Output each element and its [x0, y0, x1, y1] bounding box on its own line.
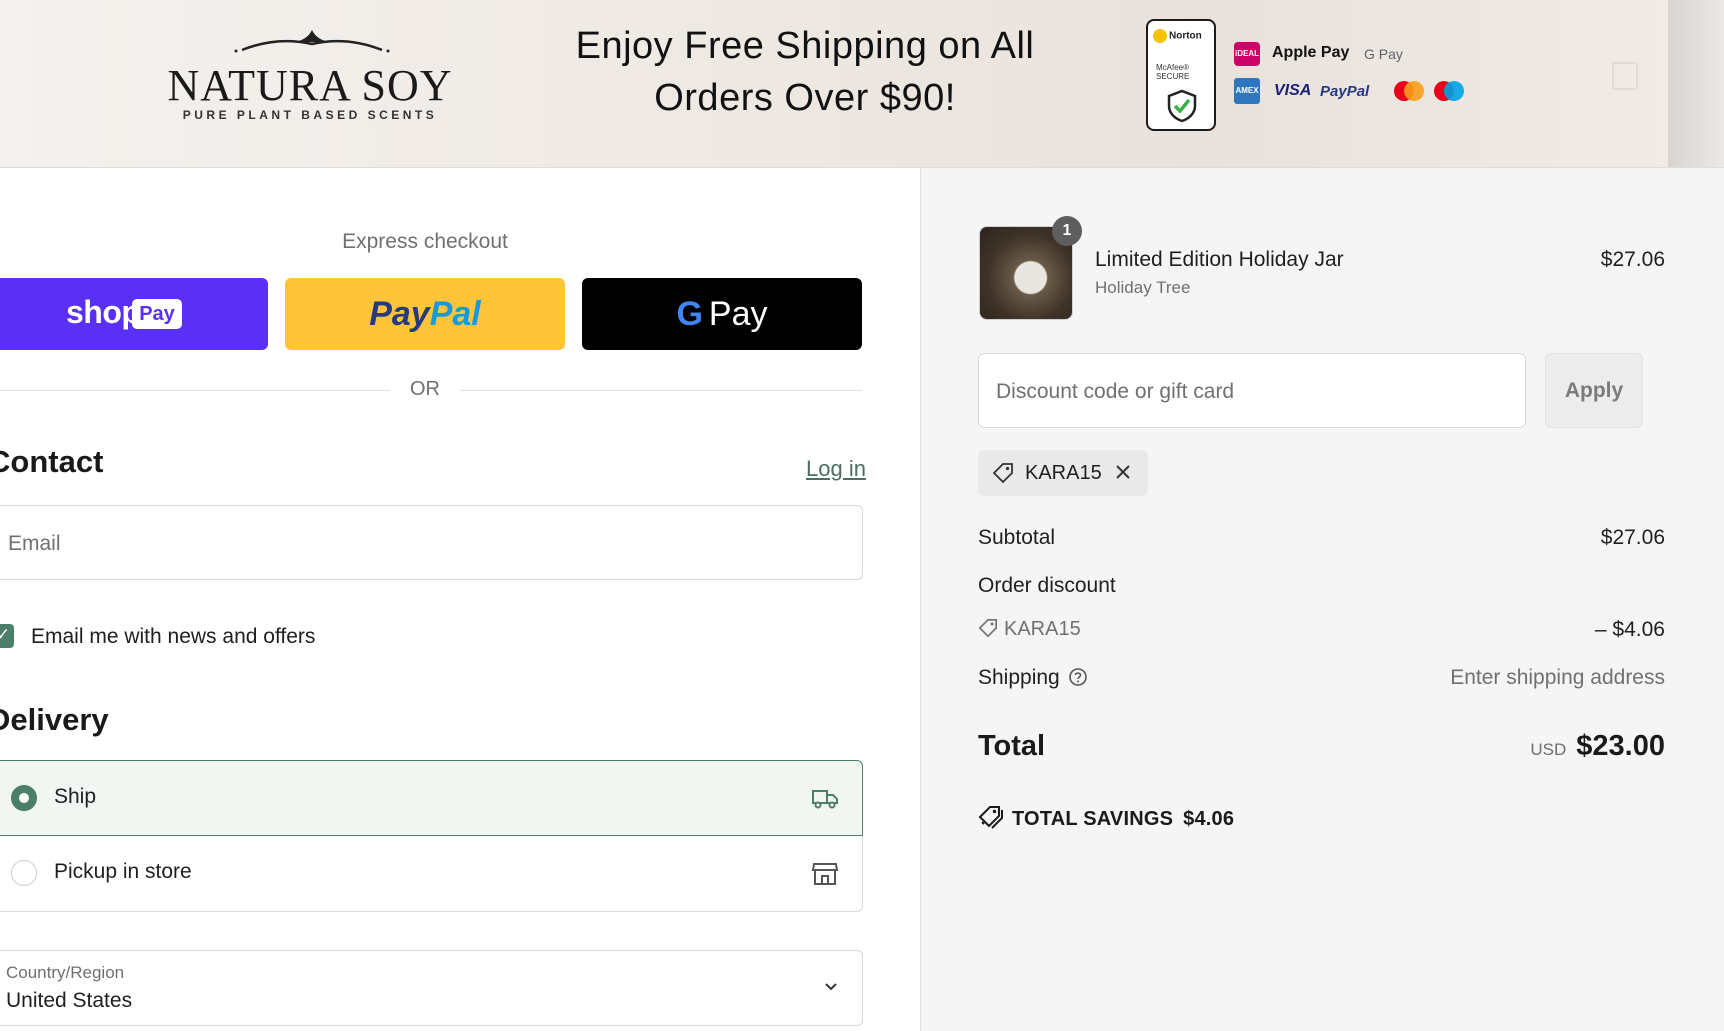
discount-input[interactable]	[994, 354, 1518, 429]
secure-label: SECURE	[1156, 72, 1190, 81]
chevron-down-icon	[825, 983, 837, 991]
pickup-label: Pickup in store	[54, 860, 192, 883]
order-discount-code: KARA15	[1004, 618, 1081, 640]
gpay-label: Pay	[708, 295, 768, 333]
mastercard-icon	[1394, 81, 1424, 101]
checkout-form: Express checkout shop Pay PayPal G Pay OR…	[0, 168, 920, 1031]
promo-line-2: Orders Over $90!	[654, 77, 956, 119]
total-row: USD $23.00	[1365, 730, 1665, 763]
ideal-icon: iDEAL	[1234, 42, 1260, 66]
apple-pay-icon: Apple Pay	[1272, 44, 1350, 61]
email-input[interactable]	[6, 506, 850, 581]
or-divider-label: OR	[410, 378, 440, 400]
help-circle-icon[interactable]	[1068, 667, 1088, 687]
logo-ornament-icon	[234, 30, 390, 53]
or-divider-left	[0, 390, 390, 391]
visa-icon: VISA	[1274, 82, 1312, 99]
total-currency: USD	[1530, 740, 1567, 759]
country-value: United States	[6, 989, 133, 1012]
shop-pay-word: shop	[66, 294, 141, 330]
login-link[interactable]: Log in	[806, 456, 866, 482]
email-field-box[interactable]	[0, 505, 863, 581]
truck-icon	[812, 790, 838, 809]
cart-bag-icon[interactable]	[1612, 62, 1638, 90]
or-divider-right	[460, 390, 862, 391]
tag-icon	[978, 619, 997, 638]
security-trust-badge: Norton McAfee® SECURE	[1146, 19, 1216, 131]
country-select[interactable]: Country/Region United States	[0, 950, 863, 1026]
mcafee-label: McAfee®	[1156, 63, 1190, 72]
apply-button[interactable]: Apply	[1545, 353, 1643, 428]
order-discount-code-row: KARA15	[978, 618, 1081, 641]
maestro-icon	[1434, 81, 1464, 101]
total-value: $23.00	[1576, 730, 1665, 762]
newsletter-checkbox[interactable]: ✓	[0, 624, 14, 648]
total-savings: TOTAL SAVINGS $4.06	[978, 804, 1234, 831]
tag-icon	[992, 463, 1013, 484]
order-summary: 1 Limited Edition Holiday Jar Holiday Tr…	[921, 168, 1724, 1031]
google-pay-icon: G Pay	[1364, 46, 1403, 62]
shipping-value: Enter shipping address	[1450, 666, 1665, 689]
brand-name: NATURA SOY	[167, 61, 453, 110]
header-banner: NATURA SOY PURE PLANT BASED SCENTS Enjoy…	[0, 0, 1724, 168]
google-pay-button[interactable]: G Pay	[582, 278, 862, 350]
applied-discount-chip: KARA15	[978, 450, 1148, 496]
savings-label: TOTAL SAVINGS	[1012, 808, 1174, 830]
country-label: Country/Region	[6, 963, 125, 982]
ship-label: Ship	[54, 785, 97, 808]
subtotal-label: Subtotal	[978, 526, 1056, 549]
quantity-badge: 1	[1052, 216, 1082, 246]
promo-line-1: Enjoy Free Shipping on All	[575, 25, 1035, 67]
delivery-option-ship[interactable]: Ship	[0, 760, 863, 836]
newsletter-label[interactable]: Email me with news and offers	[31, 625, 315, 649]
express-checkout-label: Express checkout	[342, 230, 508, 253]
brand-logo[interactable]: NATURA SOY PURE PLANT BASED SCENTS	[160, 24, 460, 134]
paypal-part1: Pay	[369, 295, 430, 333]
shop-pay-pill: Pay	[132, 299, 182, 329]
delivery-option-pickup[interactable]: Pickup in store	[0, 836, 863, 912]
shop-pay-button[interactable]: shop Pay	[0, 278, 268, 350]
savings-tag-icon	[978, 806, 1003, 829]
payment-methods: iDEAL Apple Pay G Pay AMEX VISA PayPal	[1234, 42, 1474, 112]
discount-field-box[interactable]	[978, 353, 1526, 429]
norton-check-icon	[1153, 29, 1167, 43]
free-shipping-promo: Enjoy Free Shipping on All Orders Over $…	[520, 20, 1090, 124]
shipping-row-label: Shipping	[978, 666, 1088, 690]
norton-label: Norton	[1169, 30, 1202, 42]
order-discount-label: Order discount	[978, 574, 1116, 597]
order-discount-value: – $4.06	[1594, 618, 1665, 641]
subtotal-value: $27.06	[1600, 526, 1665, 549]
contact-heading: Contact	[0, 444, 104, 479]
paypal-icon: PayPal	[1320, 83, 1370, 100]
checkmark-icon: ✓	[0, 625, 11, 644]
ship-radio[interactable]	[11, 785, 37, 811]
applied-discount-code: KARA15	[1025, 462, 1102, 484]
remove-discount-icon[interactable]	[1113, 462, 1133, 482]
delivery-heading: Delivery	[0, 702, 109, 737]
product-price: $27.06	[1600, 248, 1665, 271]
paypal-part2: Pal	[429, 295, 481, 333]
pickup-radio[interactable]	[11, 860, 37, 886]
paypal-button[interactable]: PayPal	[285, 278, 565, 350]
product-variant: Holiday Tree	[1095, 278, 1191, 297]
total-label: Total	[978, 730, 1046, 762]
shield-check-icon	[1167, 89, 1197, 123]
product-name: Limited Edition Holiday Jar	[1095, 248, 1344, 271]
google-g-icon: G	[676, 295, 703, 333]
amex-icon: AMEX	[1234, 78, 1260, 104]
store-icon	[811, 863, 839, 885]
shipping-label: Shipping	[978, 666, 1060, 689]
brand-tagline: PURE PLANT BASED SCENTS	[182, 108, 438, 122]
savings-value: $4.06	[1183, 808, 1235, 830]
